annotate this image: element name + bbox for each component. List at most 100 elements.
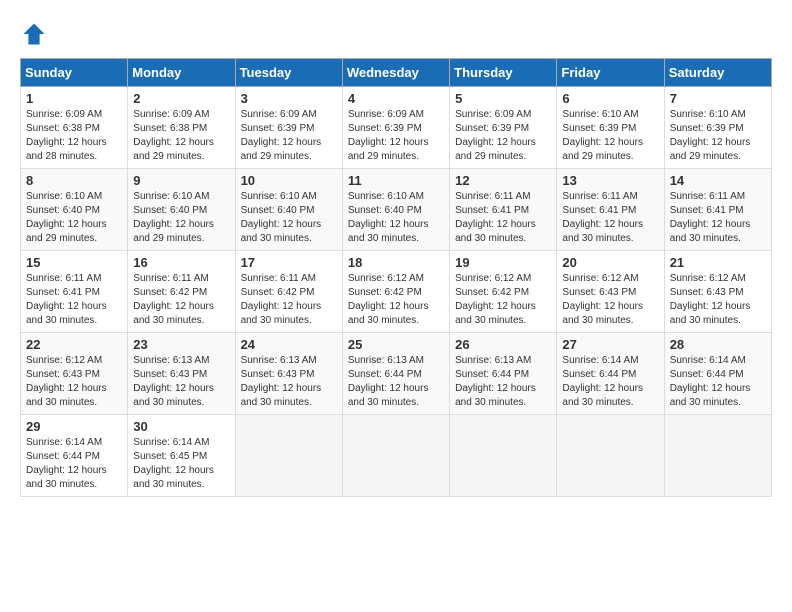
cell-info: Sunrise: 6:14 AMSunset: 6:44 PMDaylight:… [670,354,766,410]
cell-info: Sunrise: 6:10 AMSunset: 6:40 PMDaylight:… [348,190,444,246]
day-number: 6 [562,91,658,106]
calendar-cell: 4 Sunrise: 6:09 AMSunset: 6:39 PMDaylight… [342,87,449,169]
cell-info: Sunrise: 6:10 AMSunset: 6:40 PMDaylight:… [26,190,122,246]
cell-info: Sunrise: 6:12 AMSunset: 6:43 PMDaylight:… [562,272,658,328]
day-number: 22 [26,337,122,352]
cell-info: Sunrise: 6:11 AMSunset: 6:42 PMDaylight:… [133,272,229,328]
cell-info: Sunrise: 6:13 AMSunset: 6:44 PMDaylight:… [348,354,444,410]
calendar-cell: 25Sunrise: 6:13 AMSunset: 6:44 PMDayligh… [342,333,449,415]
day-number: 28 [670,337,766,352]
calendar-week-row: 1 Sunrise: 6:09 AMSunset: 6:38 PMDaylight… [21,87,772,169]
day-number: 11 [348,173,444,188]
cell-info: Sunrise: 6:13 AMSunset: 6:43 PMDaylight:… [133,354,229,410]
logo [20,20,52,48]
day-number: 5 [455,91,551,106]
page-header [20,20,772,48]
calendar-cell: 9 Sunrise: 6:10 AMSunset: 6:40 PMDaylight… [128,169,235,251]
calendar-cell: 19 Sunrise: 6:12 AMSunset: 6:42 PMDayligh… [450,251,557,333]
day-number: 27 [562,337,658,352]
cell-info: Sunrise: 6:11 AMSunset: 6:41 PMDaylight:… [670,190,766,246]
day-of-week-header: Friday [557,59,664,87]
day-number: 10 [241,173,337,188]
calendar-header-row: SundayMondayTuesdayWednesdayThursdayFrid… [21,59,772,87]
calendar-cell: 20Sunrise: 6:12 AMSunset: 6:43 PMDayligh… [557,251,664,333]
calendar-week-row: 22Sunrise: 6:12 AMSunset: 6:43 PMDayligh… [21,333,772,415]
cell-info: Sunrise: 6:09 AMSunset: 6:38 PMDaylight:… [26,108,122,164]
day-number: 17 [241,255,337,270]
day-number: 16 [133,255,229,270]
cell-info: Sunrise: 6:10 AMSunset: 6:40 PMDaylight:… [241,190,337,246]
day-number: 26 [455,337,551,352]
day-number: 14 [670,173,766,188]
calendar-cell: 6 Sunrise: 6:10 AMSunset: 6:39 PMDaylight… [557,87,664,169]
calendar-cell [342,415,449,497]
cell-info: Sunrise: 6:12 AMSunset: 6:43 PMDaylight:… [670,272,766,328]
calendar-cell: 14 Sunrise: 6:11 AMSunset: 6:41 PMDayligh… [664,169,771,251]
calendar-cell: 24 Sunrise: 6:13 AMSunset: 6:43 PMDayligh… [235,333,342,415]
calendar-cell: 17 Sunrise: 6:11 AMSunset: 6:42 PMDayligh… [235,251,342,333]
calendar-cell: 27 Sunrise: 6:14 AMSunset: 6:44 PMDayligh… [557,333,664,415]
day-number: 1 [26,91,122,106]
cell-info: Sunrise: 6:09 AMSunset: 6:38 PMDaylight:… [133,108,229,164]
calendar-cell [235,415,342,497]
day-of-week-header: Monday [128,59,235,87]
cell-info: Sunrise: 6:13 AMSunset: 6:43 PMDaylight:… [241,354,337,410]
calendar-cell: 28 Sunrise: 6:14 AMSunset: 6:44 PMDayligh… [664,333,771,415]
calendar-cell: 7 Sunrise: 6:10 AMSunset: 6:39 PMDaylight… [664,87,771,169]
calendar-cell: 1 Sunrise: 6:09 AMSunset: 6:38 PMDaylight… [21,87,128,169]
day-number: 23 [133,337,229,352]
calendar-cell: 21 Sunrise: 6:12 AMSunset: 6:43 PMDayligh… [664,251,771,333]
day-number: 7 [670,91,766,106]
cell-info: Sunrise: 6:09 AMSunset: 6:39 PMDaylight:… [455,108,551,164]
cell-info: Sunrise: 6:09 AMSunset: 6:39 PMDaylight:… [241,108,337,164]
cell-info: Sunrise: 6:11 AMSunset: 6:42 PMDaylight:… [241,272,337,328]
day-number: 4 [348,91,444,106]
cell-info: Sunrise: 6:11 AMSunset: 6:41 PMDaylight:… [26,272,122,328]
calendar-cell: 2 Sunrise: 6:09 AMSunset: 6:38 PMDaylight… [128,87,235,169]
day-number: 13 [562,173,658,188]
calendar-table: SundayMondayTuesdayWednesdayThursdayFrid… [20,58,772,497]
day-number: 30 [133,419,229,434]
calendar-cell [664,415,771,497]
calendar-cell: 5 Sunrise: 6:09 AMSunset: 6:39 PMDaylight… [450,87,557,169]
day-of-week-header: Wednesday [342,59,449,87]
day-number: 19 [455,255,551,270]
cell-info: Sunrise: 6:10 AMSunset: 6:40 PMDaylight:… [133,190,229,246]
day-number: 8 [26,173,122,188]
day-number: 24 [241,337,337,352]
calendar-cell: 12 Sunrise: 6:11 AMSunset: 6:41 PMDayligh… [450,169,557,251]
calendar-week-row: 8 Sunrise: 6:10 AMSunset: 6:40 PMDaylight… [21,169,772,251]
cell-info: Sunrise: 6:09 AMSunset: 6:39 PMDaylight:… [348,108,444,164]
cell-info: Sunrise: 6:10 AMSunset: 6:39 PMDaylight:… [562,108,658,164]
logo-icon [20,20,48,48]
calendar-cell: 8 Sunrise: 6:10 AMSunset: 6:40 PMDaylight… [21,169,128,251]
day-of-week-header: Tuesday [235,59,342,87]
day-number: 21 [670,255,766,270]
day-number: 12 [455,173,551,188]
cell-info: Sunrise: 6:12 AMSunset: 6:42 PMDaylight:… [455,272,551,328]
calendar-cell: 11 Sunrise: 6:10 AMSunset: 6:40 PMDayligh… [342,169,449,251]
cell-info: Sunrise: 6:10 AMSunset: 6:39 PMDaylight:… [670,108,766,164]
cell-info: Sunrise: 6:11 AMSunset: 6:41 PMDaylight:… [562,190,658,246]
calendar-week-row: 15Sunrise: 6:11 AMSunset: 6:41 PMDayligh… [21,251,772,333]
calendar-cell [557,415,664,497]
calendar-cell: 10 Sunrise: 6:10 AMSunset: 6:40 PMDayligh… [235,169,342,251]
cell-info: Sunrise: 6:14 AMSunset: 6:45 PMDaylight:… [133,436,229,492]
calendar-cell: 29Sunrise: 6:14 AMSunset: 6:44 PMDayligh… [21,415,128,497]
calendar-cell: 26 Sunrise: 6:13 AMSunset: 6:44 PMDayligh… [450,333,557,415]
calendar-cell: 18Sunrise: 6:12 AMSunset: 6:42 PMDayligh… [342,251,449,333]
day-of-week-header: Saturday [664,59,771,87]
cell-info: Sunrise: 6:11 AMSunset: 6:41 PMDaylight:… [455,190,551,246]
day-of-week-header: Sunday [21,59,128,87]
day-number: 3 [241,91,337,106]
cell-info: Sunrise: 6:13 AMSunset: 6:44 PMDaylight:… [455,354,551,410]
day-number: 29 [26,419,122,434]
calendar-cell: 13 Sunrise: 6:11 AMSunset: 6:41 PMDayligh… [557,169,664,251]
calendar-cell: 3 Sunrise: 6:09 AMSunset: 6:39 PMDaylight… [235,87,342,169]
cell-info: Sunrise: 6:14 AMSunset: 6:44 PMDaylight:… [562,354,658,410]
day-of-week-header: Thursday [450,59,557,87]
calendar-cell: 30 Sunrise: 6:14 AMSunset: 6:45 PMDayligh… [128,415,235,497]
day-number: 9 [133,173,229,188]
calendar-week-row: 29Sunrise: 6:14 AMSunset: 6:44 PMDayligh… [21,415,772,497]
day-number: 2 [133,91,229,106]
